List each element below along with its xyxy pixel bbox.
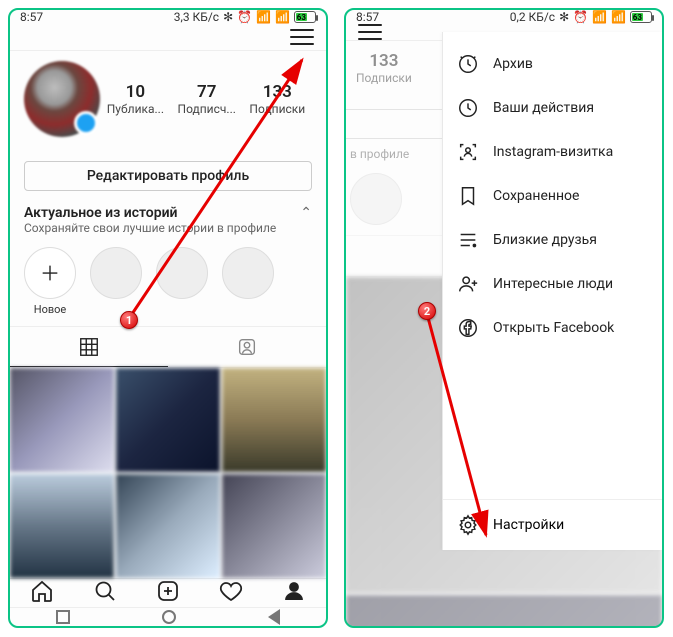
app-topbar [10, 24, 326, 51]
menu-label: Близкие друзья [493, 232, 597, 248]
stat-num: 77 [178, 82, 236, 102]
stat-posts[interactable]: 10 Публика... [107, 82, 164, 116]
archive-icon [457, 53, 479, 75]
stat-label: Подписки [249, 102, 305, 116]
grid-tab[interactable] [10, 327, 168, 367]
status-right: 3,3 КБ/с ✻ ⏰ 📶 📶 63 [174, 10, 316, 24]
highlights-header[interactable]: Актуальное из историй ⌃ [10, 199, 326, 221]
wifi-icon: 📶 [275, 10, 290, 24]
stat-following-partial: 133 Подписки [356, 51, 412, 85]
menu-label: Архив [493, 56, 533, 72]
post-thumb[interactable] [222, 368, 326, 472]
status-right: 0,2 КБ/с ✻ ⏰ 📶 📶 63 [510, 10, 652, 24]
phone-right: 8:57 0,2 КБ/с ✻ ⏰ 📶 📶 63 133 Подписки фи… [344, 8, 664, 628]
recents-button[interactable] [56, 610, 70, 624]
alarm-icon: ⏰ [237, 10, 252, 24]
signal-icon: 📶 [592, 10, 607, 24]
post-thumb[interactable] [116, 368, 220, 472]
tagged-tab[interactable] [168, 327, 326, 367]
highlight-placeholder [222, 247, 274, 299]
post-thumb[interactable] [222, 474, 326, 578]
clock: 8:57 [20, 10, 43, 24]
stat-num: 133 [249, 82, 305, 102]
search-icon[interactable] [93, 579, 117, 607]
bluetooth-icon: ✻ [223, 10, 233, 24]
battery-icon: 63 [294, 11, 316, 23]
add-story-label: Новое [34, 303, 67, 316]
plus-icon [24, 247, 76, 299]
wifi-icon: 📶 [611, 10, 626, 24]
highlights-sub: Сохраняйте свои лучшие истории в профиле [10, 221, 326, 241]
back-button[interactable] [268, 609, 280, 625]
menu-nametag[interactable]: Instagram-визитка [443, 130, 662, 174]
menu-list: Архив Ваши действия Instagram-визитка Со… [443, 32, 662, 499]
avatar[interactable] [24, 61, 100, 137]
status-bar: 8:57 3,3 КБ/с ✻ ⏰ 📶 📶 63 [10, 10, 326, 24]
stat-followers[interactable]: 77 Подписч... [178, 82, 236, 116]
menu-activity[interactable]: Ваши действия [443, 86, 662, 130]
stat-num: 10 [107, 82, 164, 102]
menu-facebook[interactable]: Открыть Facebook [443, 306, 662, 350]
edit-profile-button[interactable]: Редактировать профиль [24, 161, 312, 191]
menu-settings[interactable]: Настройки [443, 499, 662, 550]
hamburger-icon[interactable] [290, 29, 314, 45]
menu-label: Интересные люди [493, 276, 613, 292]
post-thumb[interactable] [10, 474, 114, 578]
menu-label: Instagram-визитка [493, 144, 613, 160]
bluetooth-icon: ✻ [559, 10, 569, 24]
profile-view-tabs [10, 326, 326, 368]
settings-label: Настройки [493, 517, 564, 533]
bookmark-icon [457, 185, 479, 207]
post-thumb[interactable] [116, 474, 220, 578]
menu-label: Ваши действия [493, 100, 594, 116]
chevron-up-icon: ⌃ [300, 205, 312, 221]
battery-icon: 63 [630, 11, 652, 23]
home-button[interactable] [162, 610, 176, 624]
close-friends-icon [457, 229, 479, 251]
profile-icon[interactable] [282, 579, 306, 607]
hamburger-icon[interactable] [358, 24, 382, 40]
facebook-icon [457, 317, 479, 339]
discover-people-icon [457, 273, 479, 295]
stat-label: Подписч... [178, 102, 236, 116]
add-story[interactable]: Новое [24, 247, 76, 316]
net-speed: 3,3 КБ/с [174, 10, 219, 24]
stat-label: Публика... [107, 102, 164, 116]
stat-following[interactable]: 133 Подписки [249, 82, 305, 116]
net-speed: 0,2 КБ/с [510, 10, 555, 24]
posts-grid [10, 368, 326, 578]
activity-icon [457, 97, 479, 119]
alarm-icon: ⏰ [573, 10, 588, 24]
clock: 8:57 [356, 10, 379, 24]
highlight-placeholder [156, 247, 208, 299]
menu-archive[interactable]: Архив [443, 42, 662, 86]
status-bar: 8:57 0,2 КБ/с ✻ ⏰ 📶 📶 63 [346, 10, 662, 24]
activity-icon[interactable] [219, 579, 243, 607]
home-icon[interactable] [30, 579, 54, 607]
menu-close-friends[interactable]: Близкие друзья [443, 218, 662, 262]
menu-label: Сохраненное [493, 188, 579, 204]
android-nav [10, 607, 326, 626]
signal-icon: 📶 [256, 10, 271, 24]
nametag-icon [457, 141, 479, 163]
side-menu: Архив Ваши действия Instagram-визитка Со… [442, 32, 662, 550]
highlight-placeholder [90, 247, 142, 299]
gear-icon [457, 514, 479, 536]
menu-discover-people[interactable]: Интересные люди [443, 262, 662, 306]
highlights-row: Новое [10, 241, 326, 322]
new-post-icon[interactable] [156, 579, 180, 607]
menu-label: Открыть Facebook [493, 320, 614, 336]
profile-header: 10 Публика... 77 Подписч... 133 Подписки [10, 51, 326, 143]
post-thumb[interactable] [10, 368, 114, 472]
highlights-title: Актуальное из историй [24, 205, 178, 221]
bottom-nav [10, 578, 326, 607]
phone-left: 8:57 3,3 КБ/с ✻ ⏰ 📶 📶 63 10 Публика... 7… [8, 8, 328, 628]
stats-row: 10 Публика... 77 Подписч... 133 Подписки [100, 82, 312, 116]
menu-saved[interactable]: Сохраненное [443, 174, 662, 218]
